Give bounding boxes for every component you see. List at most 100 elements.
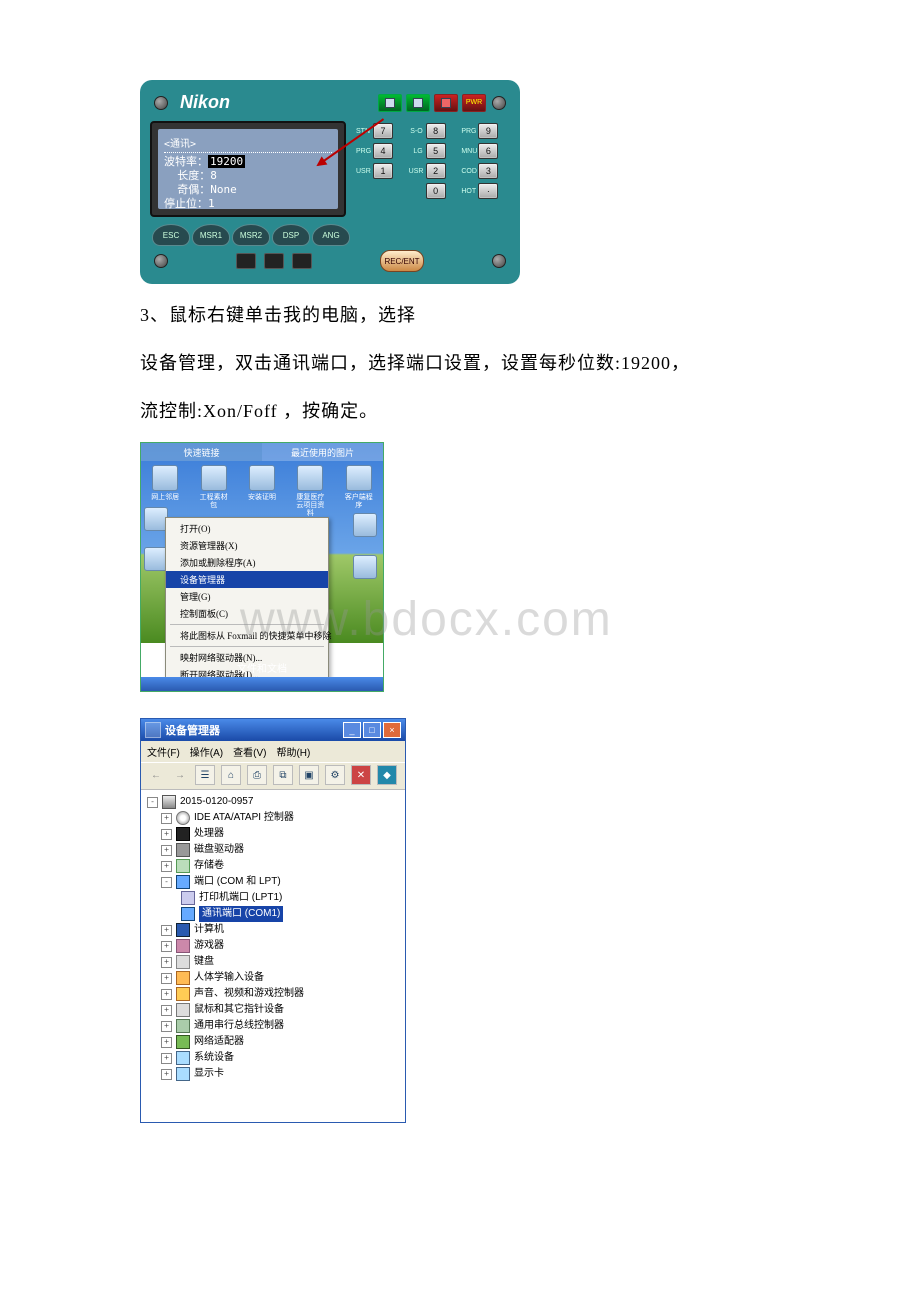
- minimize-button[interactable]: _: [343, 722, 361, 738]
- menu-separator: [170, 646, 324, 647]
- menu-help[interactable]: 帮助(H): [276, 744, 310, 759]
- menu-item-open[interactable]: 打开(O): [166, 520, 328, 537]
- key-6[interactable]: 6: [478, 143, 498, 159]
- maximize-button[interactable]: □: [363, 722, 381, 738]
- titlebar: 设备管理器 _ □ ×: [141, 719, 405, 741]
- key-9[interactable]: 9: [478, 123, 498, 139]
- status-box: [378, 94, 402, 112]
- lcd-title: <通讯>: [164, 135, 332, 153]
- menu-item-manage[interactable]: 管理(G): [166, 588, 328, 605]
- toolbar-button[interactable]: ✕: [351, 765, 371, 785]
- toolbar-button[interactable]: ◆: [377, 765, 397, 785]
- menu-item-remove-icon[interactable]: 将此图标从 Foxmail 的快捷菜单中移除: [166, 627, 328, 644]
- tree-node-display[interactable]: +显示卡: [147, 1066, 403, 1082]
- disk-icon: [176, 843, 190, 857]
- power-indicator: PWR: [462, 94, 486, 112]
- tree-node-com1[interactable]: 通讯端口 (COM1): [147, 906, 403, 922]
- close-button[interactable]: ×: [383, 722, 401, 738]
- tree-node-system[interactable]: +系统设备: [147, 1050, 403, 1066]
- app-icon[interactable]: [353, 513, 377, 537]
- menu-view[interactable]: 查看(V): [233, 744, 266, 759]
- cd-icon: [176, 811, 190, 825]
- screw-icon: [154, 96, 168, 110]
- tree-node-hid[interactable]: +人体学输入设备: [147, 970, 403, 986]
- key-0[interactable]: 0: [426, 183, 446, 199]
- tree-node-network[interactable]: +网络适配器: [147, 1034, 403, 1050]
- header-left: 快速链接: [141, 443, 262, 461]
- tree-node-usb[interactable]: +通用串行总线控制器: [147, 1018, 403, 1034]
- menu-item-control-panel[interactable]: 控制面板(C): [166, 605, 328, 622]
- menu-file[interactable]: 文件(F): [147, 744, 180, 759]
- desktop-header: 快速链接 最近使用的图片: [141, 443, 383, 461]
- msr2-button[interactable]: MSR2: [232, 224, 270, 246]
- key-3[interactable]: 3: [478, 163, 498, 179]
- taskbar: [141, 677, 383, 691]
- sound-icon: [176, 987, 190, 1001]
- msr1-button[interactable]: MSR1: [192, 224, 230, 246]
- keyboard-icon: [176, 955, 190, 969]
- toolbar-button[interactable]: ▣: [299, 765, 319, 785]
- tree-node-game[interactable]: +游戏器: [147, 938, 403, 954]
- tree-node-ide[interactable]: +IDE ATA/ATAPI 控制器: [147, 810, 403, 826]
- key-2[interactable]: 2: [426, 163, 446, 179]
- system-icon: [176, 1051, 190, 1065]
- toolbar-button[interactable]: ⚙: [325, 765, 345, 785]
- desktop-icon[interactable]: 客户端程序: [343, 465, 375, 517]
- nav-key[interactable]: [292, 253, 312, 269]
- key-5[interactable]: 5: [426, 143, 446, 159]
- instruction-step-3: 3、鼠标右键单击我的电脑，选择: [140, 298, 780, 332]
- ang-button[interactable]: ANG: [312, 224, 350, 246]
- tree-node-lpt[interactable]: 打印机端口 (LPT1): [147, 890, 403, 906]
- nav-key[interactable]: [264, 253, 284, 269]
- header-right: 最近使用的图片: [262, 443, 383, 461]
- back-button[interactable]: ←: [147, 766, 165, 784]
- key-8[interactable]: 8: [426, 123, 446, 139]
- computer-icon: [162, 795, 176, 809]
- status-cluster: PWR: [378, 94, 486, 112]
- menu-separator: [170, 624, 324, 625]
- menu-item-device-manager[interactable]: 设备管理器: [166, 571, 328, 588]
- rec-button[interactable]: REC/ENT: [380, 250, 424, 272]
- menu-item-explorer[interactable]: 资源管理器(X): [166, 537, 328, 554]
- menu-item-add-remove[interactable]: 添加或删除程序(A): [166, 554, 328, 571]
- lcd-line-parity: 奇偶：None: [164, 183, 332, 197]
- printer-port-icon: [181, 891, 195, 905]
- toolbar-button[interactable]: ⧉: [273, 765, 293, 785]
- esc-button[interactable]: ESC: [152, 224, 190, 246]
- usb-icon: [176, 1019, 190, 1033]
- hid-icon: [176, 971, 190, 985]
- menu-action[interactable]: 操作(A): [190, 744, 223, 759]
- desktop-icon[interactable]: 工程素材包: [198, 465, 230, 517]
- lcd-frame: <通讯> 波特率：19200 长度：8 奇偶：None 停止位：1: [150, 121, 346, 217]
- tree-node-disk[interactable]: +磁盘驱动器: [147, 842, 403, 858]
- forward-button[interactable]: →: [171, 766, 189, 784]
- toolbar-button[interactable]: ☰: [195, 765, 215, 785]
- app-icon[interactable]: [353, 555, 377, 579]
- tree-node-ports[interactable]: -端口 (COM 和 LPT): [147, 874, 403, 890]
- dsp-button[interactable]: DSP: [272, 224, 310, 246]
- tree-node-mouse[interactable]: +鼠标和其它指针设备: [147, 1002, 403, 1018]
- tree-root[interactable]: -2015-0120-0957: [147, 794, 403, 810]
- tree-node-sound[interactable]: +声音、视频和游戏控制器: [147, 986, 403, 1002]
- toolbar-button[interactable]: ⎙: [247, 765, 267, 785]
- instruction-line: 流控制:Xon/Foff ，按确定。: [140, 394, 780, 428]
- nav-key[interactable]: [236, 253, 256, 269]
- tree-node-storage[interactable]: +存储卷: [147, 858, 403, 874]
- tree-node-keyboard[interactable]: +键盘: [147, 954, 403, 970]
- key-4[interactable]: 4: [373, 143, 393, 159]
- xp-desktop-screenshot: 快速链接 最近使用的图片 网上邻居 工程素材包 安装证明 康复医疗云项目资料 客…: [140, 442, 384, 692]
- lcd-line-stop: 停止位：1: [164, 197, 332, 211]
- tree-node-computer[interactable]: +计算机: [147, 922, 403, 938]
- key-1[interactable]: 1: [373, 163, 393, 179]
- key-hot[interactable]: ·: [478, 183, 498, 199]
- port-icon: [176, 875, 190, 889]
- folder-icon: [249, 465, 275, 491]
- toolbar-button[interactable]: ⌂: [221, 765, 241, 785]
- tree-node-cpu[interactable]: +处理器: [147, 826, 403, 842]
- brand-logo: Nikon: [174, 92, 372, 113]
- desktop-icon[interactable]: 安装证明: [246, 465, 278, 517]
- storage-icon: [176, 859, 190, 873]
- lcd-screen: <通讯> 波特率：19200 长度：8 奇偶：None 停止位：1: [158, 129, 338, 209]
- desktop-icon[interactable]: 康复医疗云项目资料: [294, 465, 326, 517]
- mouse-icon: [176, 1003, 190, 1017]
